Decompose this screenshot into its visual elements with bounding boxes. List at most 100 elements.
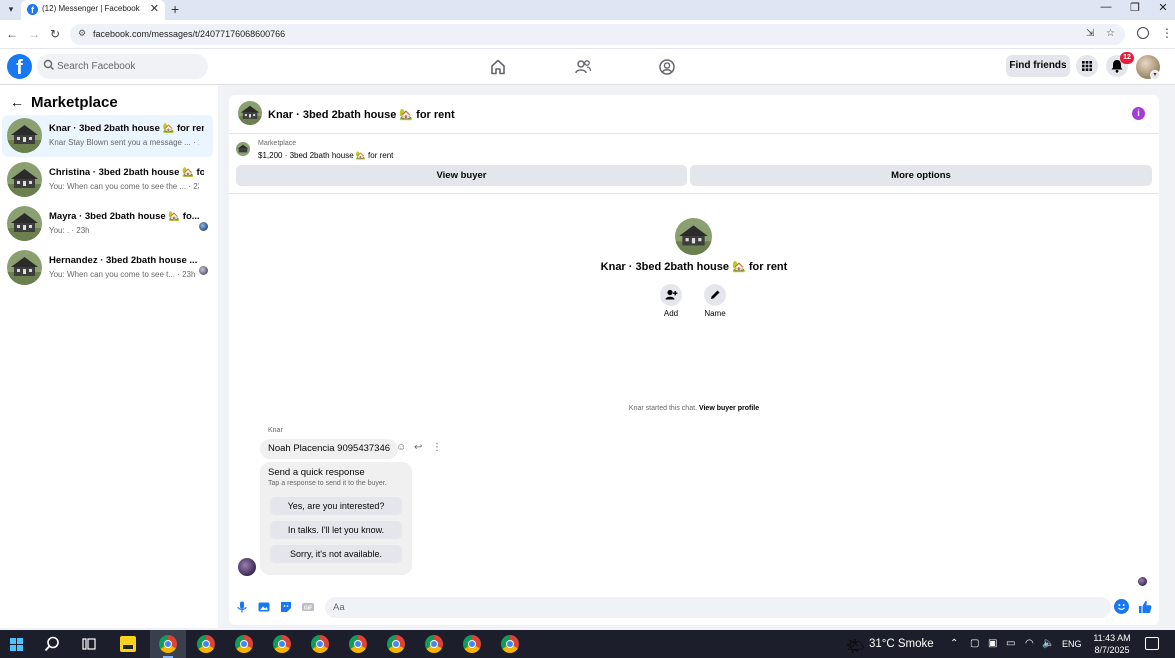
tray-display-icon[interactable]: ▣ — [988, 638, 997, 649]
chrome-icon[interactable] — [159, 635, 177, 653]
browser-tab[interactable]: f (12) Messenger | Facebook ✕ — [21, 0, 165, 20]
quick-reply-button[interactable]: Sorry, it's not available. — [270, 545, 402, 563]
listing-price-title[interactable]: $1,200 · 3bed 2bath house 🏡 for rent — [258, 151, 393, 160]
tab-search-chevron-icon[interactable]: ▾ — [4, 2, 18, 16]
chrome-icon[interactable] — [425, 635, 443, 653]
find-friends-button[interactable]: Find friends — [1006, 55, 1070, 77]
grid-icon — [1082, 61, 1092, 71]
forward-arrow-icon[interactable]: → — [28, 27, 40, 41]
sender-name: Knar — [268, 427, 283, 434]
listing-house-avatar — [7, 118, 42, 153]
listing-thumbnail — [236, 142, 250, 156]
add-label: Add — [663, 309, 679, 318]
view-buyer-profile-link[interactable]: View buyer profile — [699, 405, 759, 412]
conversation-title: Mayra · 3bed 2bath house 🏡 fo... — [49, 211, 200, 222]
sticker-icon[interactable] — [279, 600, 293, 614]
read-receipt-avatar — [1138, 577, 1147, 586]
friends-icon[interactable] — [574, 58, 592, 76]
message-bubble[interactable]: Noah Placencia 9095437346 — [260, 439, 399, 459]
clock-date: 8/7/2025 — [1094, 645, 1130, 655]
quick-reply-button[interactable]: In talks. I'll let you know. — [270, 521, 402, 539]
more-options-button[interactable]: More options — [690, 165, 1152, 186]
back-arrow-icon[interactable]: ← — [10, 94, 24, 110]
marketplace-label: Marketplace — [258, 140, 297, 147]
new-tab-button[interactable]: + — [171, 1, 179, 17]
bookmark-star-icon[interactable]: ☆ — [1106, 28, 1115, 39]
window-close-button[interactable]: ✕ — [1149, 1, 1175, 14]
window-restore-button[interactable]: ❐ — [1121, 1, 1149, 14]
message-input[interactable] — [325, 597, 1111, 618]
tray-app-icon[interactable]: ▢ — [970, 638, 979, 649]
photo-icon[interactable] — [257, 600, 271, 614]
language-indicator[interactable]: ENG — [1062, 639, 1082, 649]
conversation-snippet: Knar Stay Blown sent you a message ... ·… — [49, 138, 199, 147]
tab-close-icon[interactable]: ✕ — [150, 2, 159, 15]
battery-icon[interactable]: ▭ — [1006, 638, 1015, 649]
chrome-icon[interactable] — [235, 635, 253, 653]
wifi-icon[interactable]: ◠ — [1025, 638, 1034, 649]
volume-icon[interactable]: 🔈 — [1042, 638, 1054, 649]
url-field[interactable]: ⚙ facebook.com/messages/t/24077176068600… — [70, 24, 1125, 45]
action-center-icon[interactable] — [1145, 637, 1159, 650]
conversation-item-mayra[interactable]: Mayra · 3bed 2bath house 🏡 fo... You: . … — [2, 203, 213, 245]
chrome-icon[interactable] — [273, 635, 291, 653]
conversation-item-hernandez[interactable]: Hernandez · 3bed 2bath house ... You: Wh… — [2, 247, 213, 289]
chrome-icon[interactable] — [349, 635, 367, 653]
started-text: Knar started this chat. — [628, 405, 697, 412]
account-chevron-icon[interactable]: ▾ — [1150, 70, 1160, 80]
profile-icon[interactable] — [658, 58, 676, 76]
browser-menu-icon[interactable]: ⋮ — [1161, 26, 1173, 40]
sender-avatar[interactable] — [238, 558, 256, 576]
emoji-icon[interactable] — [1114, 599, 1129, 614]
sticky-notes-icon[interactable] — [119, 635, 137, 653]
edit-name-button[interactable] — [704, 284, 726, 306]
svg-text:GIF: GIF — [304, 605, 312, 611]
chrome-icon[interactable] — [197, 635, 215, 653]
react-smiley-icon[interactable]: ☺ — [396, 442, 406, 453]
notification-count-badge: 12 — [1120, 52, 1134, 64]
home-icon[interactable] — [489, 58, 507, 76]
info-icon[interactable]: i — [1132, 107, 1145, 120]
window-minimize-button[interactable]: — — [1092, 1, 1120, 13]
search-icon[interactable] — [43, 635, 61, 653]
divider — [229, 193, 1159, 194]
chrome-icon[interactable] — [387, 635, 405, 653]
view-buyer-button[interactable]: View buyer — [236, 165, 687, 186]
tray-chevron-icon[interactable]: ⌃ — [950, 638, 958, 649]
conversation-title: Christina · 3bed 2bath house 🏡 fo... — [49, 167, 204, 178]
facebook-logo[interactable]: f — [7, 54, 32, 79]
conversation-title: Knar · 3bed 2bath house 🏡 for rent — [49, 123, 204, 134]
conversation-snippet: You: When can you come to see t... · 23h — [49, 270, 196, 279]
message-more-icon[interactable]: ⋮ — [432, 442, 442, 453]
tab-title: (12) Messenger | Facebook — [42, 4, 140, 13]
install-app-icon[interactable]: ⇲ — [1086, 28, 1094, 39]
add-people-button[interactable] — [660, 284, 682, 306]
site-info-icon[interactable]: ⚙ — [78, 28, 86, 39]
microphone-icon[interactable] — [235, 600, 249, 614]
reply-arrow-icon[interactable]: ↩ — [414, 442, 422, 453]
facebook-top-bar: f Find friends — [0, 49, 1175, 85]
search-input[interactable] — [57, 54, 202, 79]
gif-icon[interactable]: GIF — [301, 600, 315, 614]
task-view-icon[interactable] — [80, 635, 98, 653]
conversation-item-christina[interactable]: Christina · 3bed 2bath house 🏡 fo... You… — [2, 159, 213, 201]
quick-reply-button[interactable]: Yes, are you interested? — [270, 497, 402, 515]
menu-grid-button[interactable] — [1076, 55, 1098, 77]
thumbs-up-icon[interactable] — [1137, 599, 1153, 615]
back-arrow-icon[interactable]: ← — [6, 27, 18, 41]
windows-start-icon[interactable] — [10, 638, 23, 651]
chrome-icon[interactable] — [463, 635, 481, 653]
listing-house-avatar[interactable] — [238, 101, 262, 125]
clock[interactable]: 11:43 AM 8/7/2025 — [1090, 632, 1134, 656]
search-box[interactable] — [37, 54, 208, 79]
reload-icon[interactable]: ↻ — [50, 27, 60, 41]
conversation-snippet: You: When can you come to see the ... · … — [49, 182, 199, 191]
chrome-icon[interactable] — [501, 635, 519, 653]
weather-icon[interactable]: 🌤 — [846, 637, 865, 655]
browser-profile-icon[interactable] — [1137, 27, 1149, 39]
chrome-icon[interactable] — [311, 635, 329, 653]
conversation-item-knar[interactable]: Knar · 3bed 2bath house 🏡 for rent Knar … — [2, 115, 213, 157]
search-icon — [43, 59, 54, 70]
chat-title[interactable]: Knar · 3bed 2bath house 🏡 for rent — [268, 108, 455, 121]
weather-text[interactable]: 31°C Smoke — [869, 638, 934, 650]
